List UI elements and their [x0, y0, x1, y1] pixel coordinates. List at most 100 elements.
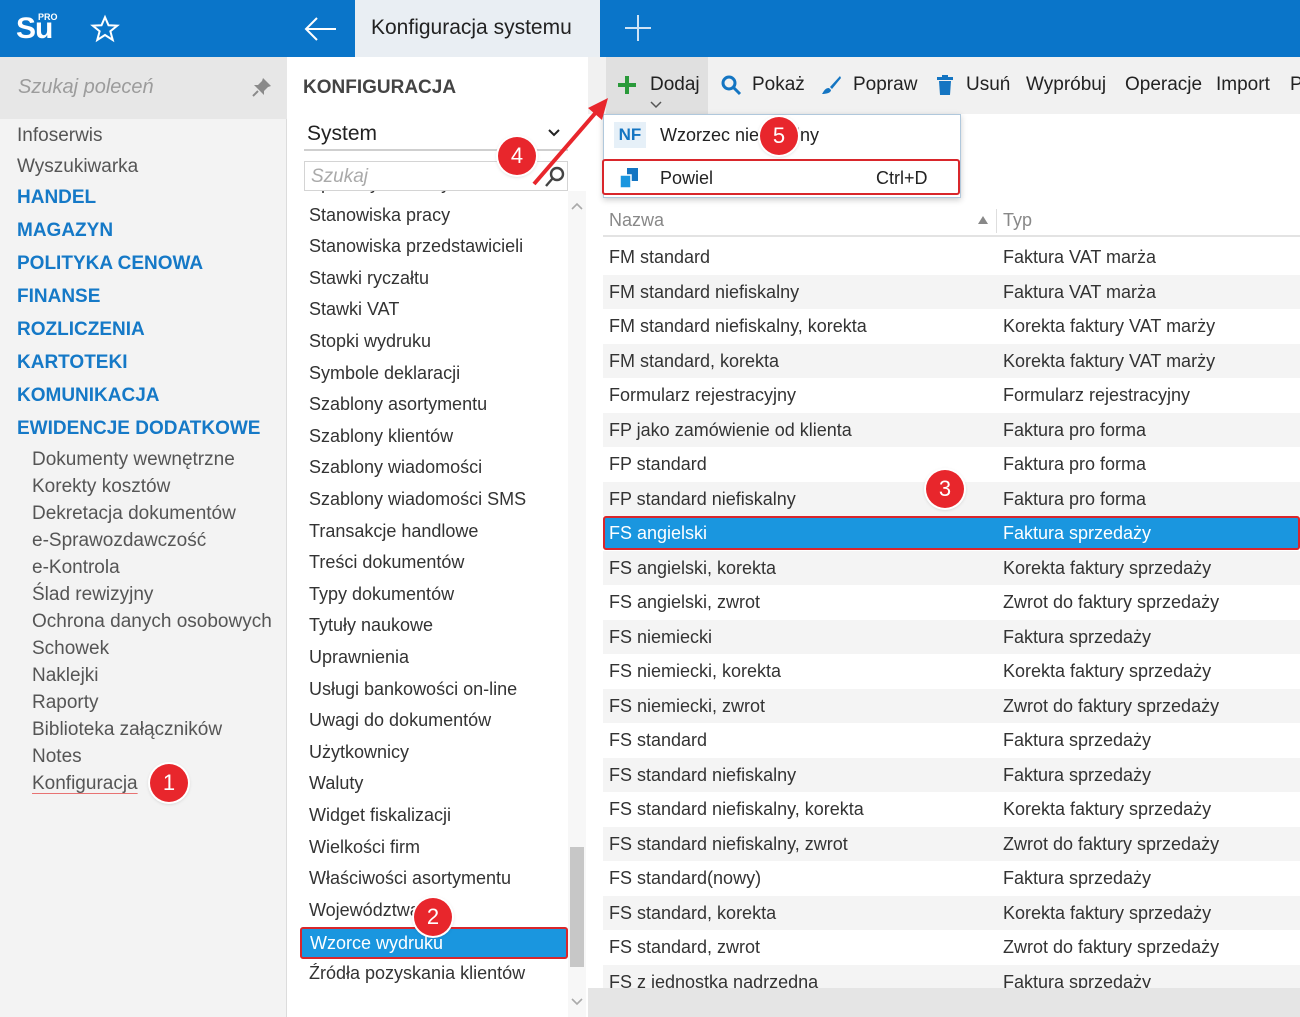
sidebar-subitem[interactable]: e-Kontrola: [32, 557, 120, 579]
operations-button[interactable]: Operacje: [1125, 57, 1202, 114]
scroll-thumb[interactable]: [570, 847, 584, 967]
toolbar: Dodaj Pokaż Popraw Usuń Wypróbuj Operacj…: [588, 57, 1300, 114]
app-logo[interactable]: Su PRO: [12, 8, 62, 48]
config-list-item[interactable]: Użytkownicy: [309, 742, 409, 763]
sidebar-item[interactable]: HANDEL: [17, 187, 96, 209]
config-list-item[interactable]: Uwagi do dokumentów: [309, 710, 491, 731]
table-row[interactable]: FS standard niefiskalny Faktura sprzedaży: [603, 757, 1300, 792]
table-row[interactable]: FS angielski, zwrot Zwrot do faktury sprz…: [603, 585, 1300, 619]
sidebar-subitem[interactable]: Korekty kosztów: [32, 476, 170, 498]
sidebar-item[interactable]: Infoserwis: [17, 125, 103, 147]
edit-button[interactable]: Popraw: [818, 57, 918, 114]
import-button[interactable]: Import: [1216, 57, 1274, 114]
config-list-item[interactable]: Uprawnienia: [309, 647, 409, 668]
config-list-item[interactable]: Treści dokumentów: [309, 552, 464, 573]
table-row[interactable]: FS standard Faktura sprzedaży: [603, 723, 1300, 757]
star-icon[interactable]: [90, 14, 120, 44]
sidebar-subitem[interactable]: Biblioteka załączników: [32, 719, 222, 741]
sidebar-item[interactable]: ROZLICZENIA: [17, 319, 145, 341]
config-list-item[interactable]: Stawki ryczałtu: [309, 268, 429, 289]
sidebar-subitem[interactable]: e-Sprawozdawczość: [32, 530, 206, 552]
config-list-item[interactable]: Stopki wydruku: [309, 331, 431, 352]
table-row[interactable]: FS angielski, korekta Korekta faktury spr…: [603, 550, 1300, 585]
config-list-item[interactable]: Właściwości asortymentu: [309, 868, 511, 889]
config-list-item[interactable]: Stanowiska pracy: [309, 205, 450, 226]
table-row[interactable]: FS standard, zwrot Zwrot do faktury sprze…: [603, 930, 1300, 964]
config-list-item[interactable]: Województwa: [309, 900, 420, 921]
table-row[interactable]: FS standard(nowy) Faktura sprzedaży: [603, 861, 1300, 895]
delete-button[interactable]: Usuń: [932, 57, 1012, 114]
command-search[interactable]: Szukaj poleceń: [0, 57, 287, 119]
sidebar-item[interactable]: Wyszukiwarka: [17, 156, 138, 178]
config-list-item-label: Wzorce wydruku: [310, 933, 444, 954]
column-header-name[interactable]: Nazwa: [609, 210, 664, 231]
table-row[interactable]: FS standard, korekta Korekta faktury sprz…: [603, 895, 1300, 930]
sidebar-subitem[interactable]: Dokumenty wewnętrzne: [32, 449, 235, 471]
menu-item-duplicate[interactable]: Powiel Ctrl+D: [602, 159, 960, 195]
sidebar-subitem[interactable]: Dekretacja dokumentów: [32, 503, 236, 525]
config-list-item[interactable]: Widget fiskalizacji: [309, 805, 451, 826]
sidebar-item[interactable]: MAGAZYN: [17, 220, 113, 242]
scroll-up-icon[interactable]: [571, 201, 583, 211]
config-list-item[interactable]: Szablony wiadomości: [309, 457, 482, 478]
sidebar-subitem[interactable]: Ochrona danych osobowych: [32, 611, 272, 633]
config-list-item[interactable]: Źródła pozyskania klientów: [309, 963, 525, 984]
column-divider[interactable]: [996, 209, 997, 233]
table-row[interactable]: FM standard, korekta Korekta faktury VAT …: [603, 343, 1300, 378]
sidebar-subitem[interactable]: Konfiguracja: [32, 773, 138, 795]
config-list-item[interactable]: Wielkości firm: [309, 837, 420, 858]
config-list-item[interactable]: Tytuły naukowe: [309, 615, 433, 636]
sidebar-subitem[interactable]: Raporty: [32, 692, 99, 714]
table-row[interactable]: FP jako zamówienie od klienta Faktura pro…: [603, 412, 1300, 447]
cell-type: Zwrot do faktury sprzedaży: [1003, 695, 1220, 716]
sidebar-item[interactable]: POLITYKA CENOWA: [17, 253, 203, 275]
table-row[interactable]: FS niemiecki, zwrot Zwrot do faktury sprz…: [603, 688, 1300, 723]
table-row[interactable]: FS standard niefiskalny, korekta Korekta …: [603, 792, 1300, 826]
print-templates-panel: Dodaj Pokaż Popraw Usuń Wypróbuj Operacj…: [588, 57, 1300, 1017]
config-scrollbar[interactable]: [568, 191, 586, 1017]
config-list-item[interactable]: Szablony wiadomości SMS: [309, 489, 526, 510]
config-list-item[interactable]: Typy dokumentów: [309, 584, 454, 605]
sidebar-subitem[interactable]: Notes: [32, 746, 82, 768]
plus-icon: [618, 76, 636, 94]
table-row[interactable]: FS niemiecki, korekta Korekta faktury spr…: [603, 654, 1300, 688]
step-badge-3: 3: [926, 470, 964, 508]
table-row-selected[interactable]: FS angielski Faktura sprzedaży: [603, 516, 1300, 550]
table-row[interactable]: FM standard Faktura VAT marża: [603, 240, 1300, 274]
config-list-item[interactable]: Symbole deklaracji: [309, 363, 460, 384]
config-list-item[interactable]: Stanowiska przedstawicieli: [309, 236, 523, 257]
sidebar-item[interactable]: FINANSE: [17, 286, 100, 308]
config-list-item[interactable]: Waluty: [309, 773, 363, 794]
more-button[interactable]: P: [1290, 57, 1300, 114]
sidebar-item[interactable]: KOMUNIKACJA: [17, 385, 160, 407]
table-row[interactable]: Formularz rejestracyjny Formularz rejestr…: [603, 378, 1300, 412]
config-list-item[interactable]: Sposoby dostawy: [309, 191, 450, 194]
table-row[interactable]: FM standard niefiskalny Faktura VAT marża: [603, 274, 1300, 309]
column-header-type[interactable]: Typ: [1003, 210, 1032, 231]
table-row[interactable]: FM standard niefiskalny, korekta Korekta …: [603, 309, 1300, 343]
config-list-item[interactable]: Szablony asortymentu: [309, 394, 487, 415]
table-row[interactable]: FS standard niefiskalny, zwrot Zwrot do f…: [603, 826, 1300, 861]
sidebar-item[interactable]: KARTOTEKI: [17, 352, 127, 374]
sidebar-item[interactable]: EWIDENCJE DODATKOWE: [17, 418, 260, 440]
config-list-item[interactable]: Transakcje handlowe: [309, 521, 478, 542]
back-arrow-icon[interactable]: [302, 12, 340, 46]
annotation-arrow: [532, 98, 608, 186]
show-button[interactable]: Pokaż: [718, 57, 808, 114]
tab-konfiguracja-systemu[interactable]: Konfiguracja systemu: [355, 0, 600, 57]
table-row[interactable]: FS niemiecki Faktura sprzedaży: [603, 619, 1300, 654]
new-tab-plus-icon[interactable]: [622, 12, 654, 44]
add-button[interactable]: Dodaj: [606, 57, 708, 114]
config-list-item[interactable]: Usługi bankowości on-line: [309, 679, 517, 700]
cell-type: Formularz rejestracyjny: [1003, 385, 1191, 405]
sidebar-subitem[interactable]: Schowek: [32, 638, 109, 660]
scroll-down-icon[interactable]: [571, 997, 583, 1007]
table-row[interactable]: FS z jednostką nadrzędną Faktura sprzedaż…: [603, 964, 1300, 988]
config-list-item[interactable]: Stawki VAT: [309, 299, 399, 320]
config-search-input[interactable]: [311, 166, 521, 188]
pin-icon[interactable]: [252, 77, 272, 97]
sidebar-subitem[interactable]: Ślad rewizyjny: [32, 584, 153, 606]
config-list-item[interactable]: Szablony klientów: [309, 426, 453, 447]
sidebar-subitem[interactable]: Naklejki: [32, 665, 99, 687]
try-button[interactable]: Wypróbuj: [1026, 57, 1108, 114]
